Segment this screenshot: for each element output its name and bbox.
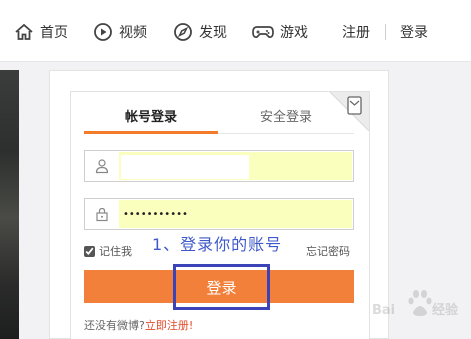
nav-item-home[interactable]: 首页 [14, 18, 68, 46]
nav-label-discover: 发现 [199, 25, 227, 41]
top-nav: 首页 视频 发现 游戏 注册 登录 [0, 0, 471, 62]
nav-label-video: 视频 [119, 25, 147, 41]
background-image-edge [0, 70, 19, 339]
remember-label: 记住我 [99, 245, 132, 258]
nav-register-link[interactable]: 注册 [342, 18, 370, 46]
nav-divider [385, 24, 386, 40]
nav-login-link[interactable]: 登录 [400, 18, 428, 46]
nav-item-video[interactable]: 视频 [93, 18, 147, 46]
compass-icon [174, 23, 192, 41]
nav-label-games: 游戏 [280, 25, 308, 41]
remember-me[interactable]: 记住我 [84, 243, 132, 259]
tab-active-indicator [84, 131, 218, 134]
user-icon [95, 159, 109, 174]
register-now-link[interactable]: 立即注册! [145, 319, 193, 332]
forgot-password-link[interactable]: 忘记密码 [306, 243, 350, 259]
remember-checkbox[interactable] [84, 245, 95, 257]
svg-text:Bai: Bai [372, 303, 395, 318]
home-icon [15, 23, 33, 40]
video-icon [94, 23, 112, 41]
annotation-text: 1、登录你的账号 [152, 235, 283, 254]
tab-secure-login[interactable]: 安全登录 [219, 106, 353, 125]
username-input[interactable] [119, 152, 349, 180]
baidu-jingyan-watermark: Bai 经验 [372, 290, 459, 318]
password-field[interactable] [84, 198, 354, 230]
username-field[interactable] [84, 150, 354, 182]
tab-account-login[interactable]: 帐号登录 [84, 106, 218, 125]
nav-item-discover[interactable]: 发现 [173, 18, 227, 46]
gamepad-icon [252, 26, 274, 38]
lock-icon [96, 207, 108, 222]
svg-text:经验: 经验 [432, 302, 459, 318]
nav-label-home: 首页 [40, 25, 68, 41]
register-prompt-text: 还没有微博? [84, 319, 145, 332]
nav-item-games[interactable]: 游戏 [252, 18, 308, 46]
login-button[interactable] [84, 270, 354, 303]
password-input[interactable] [119, 200, 349, 228]
register-prompt: 还没有微博?立即注册! [84, 317, 193, 333]
